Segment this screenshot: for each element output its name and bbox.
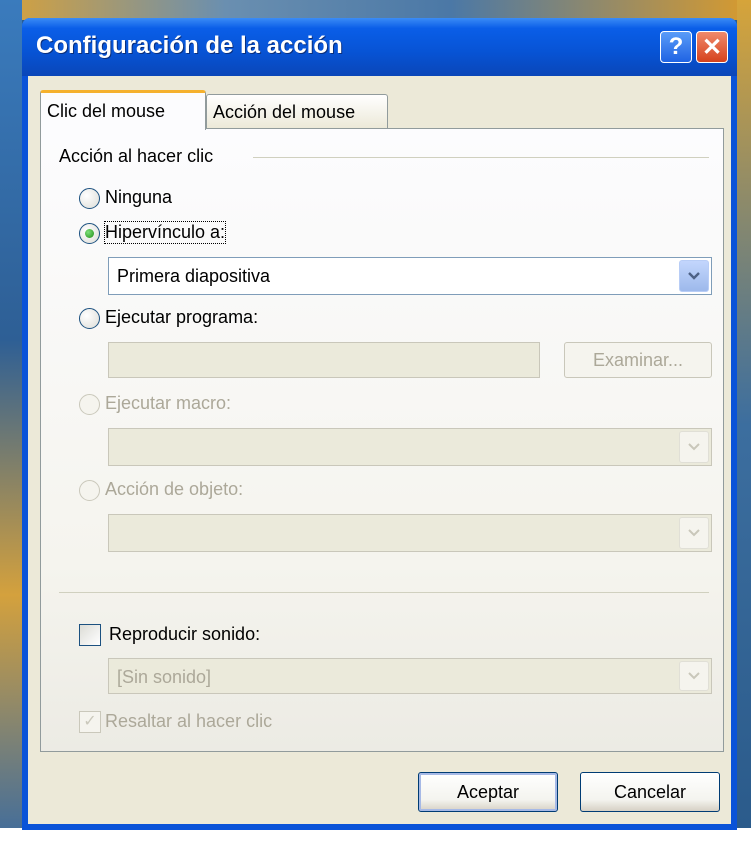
hyperlink-dropdown-value: Primera diapositiva — [117, 266, 271, 286]
checkmark-icon: ✓ — [83, 713, 97, 730]
program-path-input[interactable] — [108, 342, 540, 378]
group-divider — [253, 157, 709, 158]
sound-dropdown[interactable]: [Sin sonido] — [108, 658, 712, 694]
highlight-label[interactable]: Resaltar al hacer clic — [105, 711, 272, 732]
dialog-client-area: Clic del mouse Acción del mouse Acción a… — [28, 76, 731, 824]
radio-none-label[interactable]: Ninguna — [105, 187, 172, 208]
section-divider — [59, 592, 709, 593]
ok-button-label: Aceptar — [456, 781, 520, 802]
radio-run-macro-label[interactable]: Ejecutar macro: — [105, 393, 231, 414]
hyperlink-dropdown[interactable]: Primera diapositiva — [108, 257, 712, 295]
radio-none[interactable] — [79, 188, 100, 209]
tab-mouse-click-label: Clic del mouse — [47, 101, 166, 121]
macro-dropdown[interactable] — [108, 428, 712, 466]
radio-run-macro[interactable] — [79, 394, 100, 415]
chevron-down-icon[interactable] — [679, 661, 709, 691]
help-icon: ? — [668, 33, 684, 60]
play-sound-checkbox[interactable] — [79, 624, 101, 646]
play-sound-label[interactable]: Reproducir sonido: — [109, 624, 260, 645]
help-button[interactable]: ? — [660, 31, 692, 63]
tab-panel: Acción al hacer clic Ninguna Hipervíncul… — [40, 128, 724, 752]
browse-button-label: Examinar... — [592, 349, 684, 370]
cancel-button-label: Cancelar — [613, 781, 687, 802]
desktop-background-left — [0, 0, 22, 850]
tab-mouse-over-label: Acción del mouse — [213, 102, 356, 122]
close-button[interactable]: ✕ — [696, 31, 728, 63]
sound-dropdown-value: [Sin sonido] — [117, 667, 212, 687]
action-settings-dialog: Configuración de la acción ? ✕ Clic del … — [22, 18, 737, 830]
cancel-button[interactable]: Cancelar — [580, 772, 720, 812]
desktop-background-top — [0, 0, 751, 20]
highlight-checkbox[interactable]: ✓ — [79, 711, 101, 733]
object-action-dropdown[interactable] — [108, 514, 712, 552]
group-label: Acción al hacer clic — [59, 146, 214, 166]
radio-run-program[interactable] — [79, 308, 100, 329]
radio-run-program-label[interactable]: Ejecutar programa: — [105, 307, 258, 328]
radio-hyperlink[interactable] — [79, 223, 100, 244]
title-bar[interactable]: Configuración de la acción ? ✕ — [22, 18, 737, 76]
radio-object-action[interactable] — [79, 480, 100, 501]
window-title: Configuración de la acción — [36, 32, 343, 59]
radio-selected-dot — [85, 229, 94, 238]
desktop-background-bottom — [0, 828, 751, 850]
ok-button[interactable]: Aceptar — [418, 772, 558, 812]
chevron-down-icon[interactable] — [679, 260, 709, 292]
chevron-down-icon[interactable] — [679, 431, 709, 463]
tab-mouse-click[interactable]: Clic del mouse — [40, 90, 206, 130]
browse-button[interactable]: Examinar... — [564, 342, 712, 378]
radio-hyperlink-label[interactable]: Hipervínculo a: — [103, 221, 227, 244]
radio-object-action-label[interactable]: Acción de objeto: — [105, 479, 243, 500]
chevron-down-icon[interactable] — [679, 517, 709, 549]
tab-mouse-over[interactable]: Acción del mouse — [206, 94, 388, 128]
close-icon: ✕ — [701, 33, 723, 61]
desktop-background-right — [737, 0, 751, 850]
